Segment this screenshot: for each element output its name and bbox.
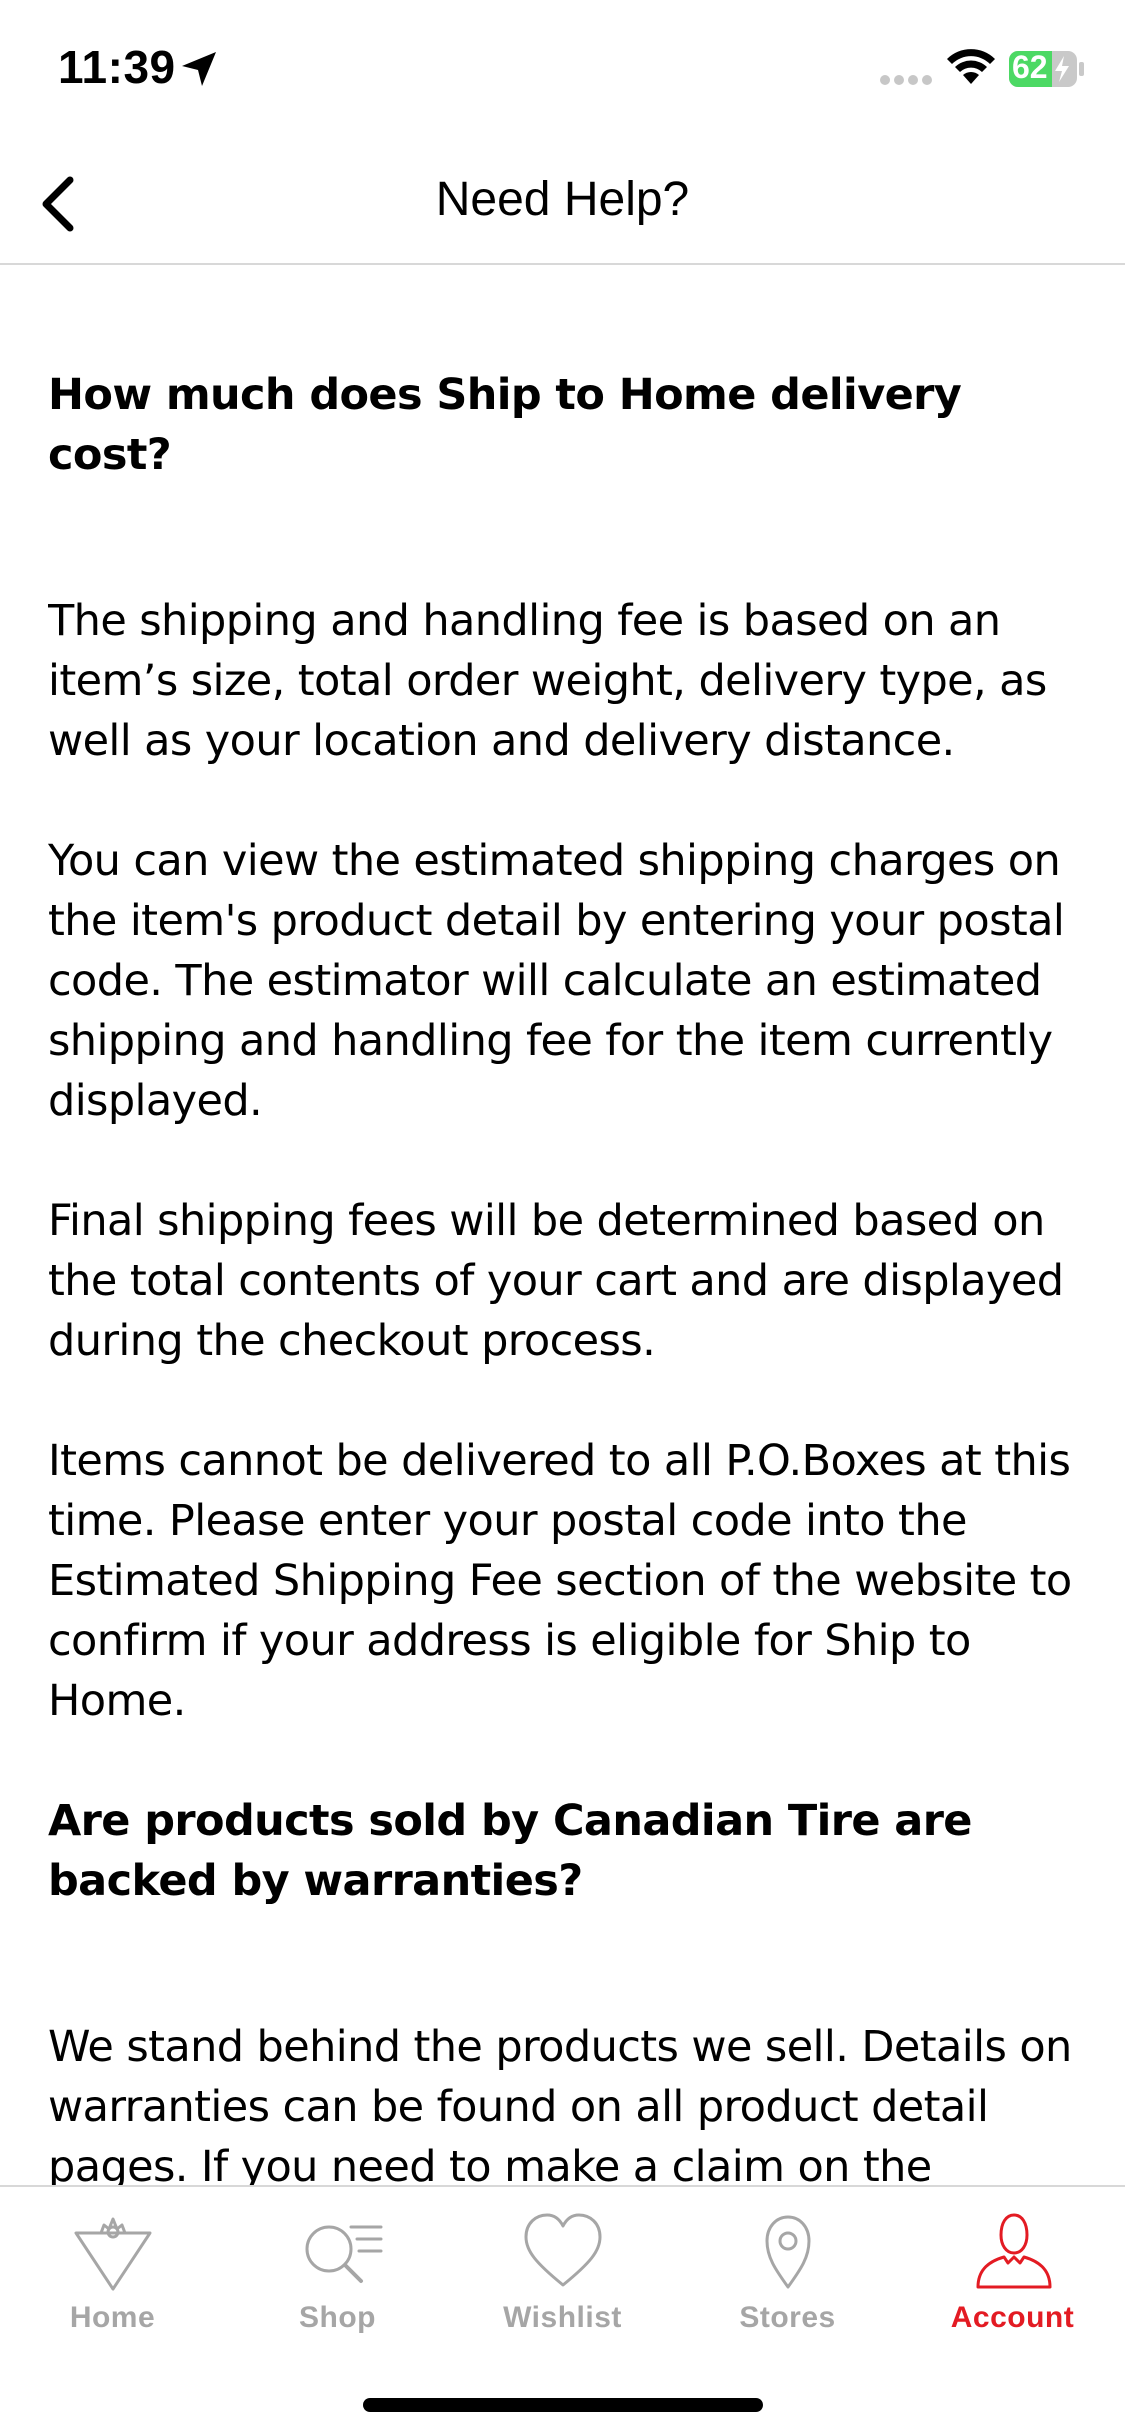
tab-wishlist[interactable]: Wishlist bbox=[450, 2205, 675, 2345]
shop-search-icon bbox=[305, 2225, 382, 2283]
tab-label: Stores bbox=[739, 2301, 836, 2334]
tab-label: Shop bbox=[299, 2301, 376, 2334]
faq-answer-paragraph: We stand behind the products we sell. De… bbox=[48, 2022, 1072, 2185]
tab-stores[interactable]: Stores bbox=[675, 2205, 900, 2345]
nav-header: Need Help? bbox=[0, 140, 1125, 265]
tab-label: Wishlist bbox=[503, 2301, 622, 2334]
location-arrow-icon bbox=[182, 52, 216, 86]
heart-icon bbox=[524, 2213, 601, 2287]
tab-account[interactable]: Account bbox=[900, 2205, 1125, 2345]
location-pin-icon bbox=[765, 2215, 810, 2289]
faq-answer-paragraph: Items cannot be delivered to all P.O.Box… bbox=[48, 1436, 1072, 1726]
faq-answer: The shipping and handling fee is based o… bbox=[48, 591, 1078, 1731]
cellular-signal-icon bbox=[880, 75, 932, 85]
home-icon bbox=[74, 2217, 151, 2291]
tab-label: Home bbox=[69, 2301, 156, 2334]
faq-question: Are products sold by Canadian Tire are b… bbox=[48, 1796, 972, 1906]
tab-shop[interactable]: Shop bbox=[225, 2205, 450, 2345]
faq-answer-paragraph: You can view the estimated shipping char… bbox=[48, 836, 1065, 1126]
faq-answer-paragraph: Final shipping fees will be determined b… bbox=[48, 1196, 1064, 1366]
wifi-icon bbox=[947, 49, 995, 84]
faq-content[interactable]: How much does Ship to Home delivery cost… bbox=[48, 265, 1078, 2185]
faq-answer: We stand behind the products we sell. De… bbox=[48, 2017, 1078, 2185]
tab-label: Account bbox=[950, 2301, 1075, 2334]
faq-question: How much does Ship to Home delivery cost… bbox=[48, 370, 962, 480]
account-person-icon bbox=[976, 2213, 1051, 2289]
faq-answer-paragraph: The shipping and handling fee is based o… bbox=[48, 596, 1047, 766]
home-indicator[interactable] bbox=[363, 2398, 763, 2412]
tab-home[interactable]: Home bbox=[0, 2205, 225, 2345]
status-time: 11:39 bbox=[58, 41, 176, 93]
status-bar: 11:39 62 bbox=[0, 0, 1125, 140]
page-title: Need Help? bbox=[435, 173, 690, 226]
battery-level: 62 bbox=[1012, 49, 1048, 85]
